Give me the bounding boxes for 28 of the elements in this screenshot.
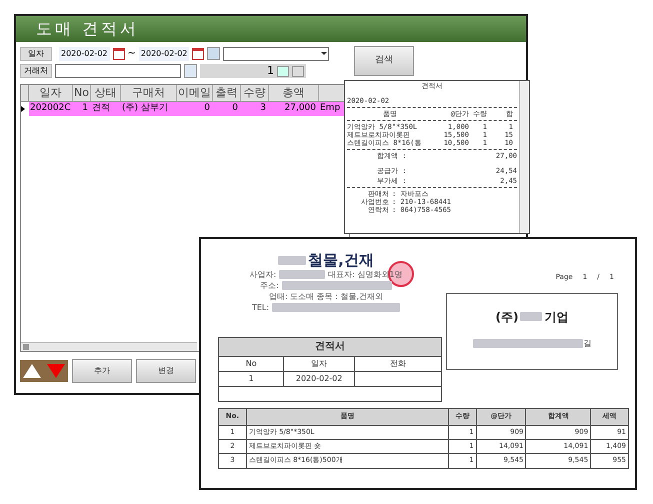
date-label: 일자 <box>20 46 52 60</box>
window-title: 도매 견적서 <box>36 18 140 40</box>
counter-text: 1 <box>267 62 274 79</box>
tilde-text: ~ <box>128 47 136 61</box>
table-cell-text: 1 <box>81 102 89 116</box>
business-info-text: 업태: 도소매 종목 : 철물,건재외 <box>268 291 384 302</box>
table-cell: 2020-02-02 <box>284 372 355 386</box>
table-cell-text: Emp <box>319 102 342 116</box>
business-info-text: TEL: <box>252 302 270 313</box>
table-cell-text: 27,000 <box>284 102 317 116</box>
customer-name-text: 기업 <box>544 308 568 326</box>
column-header: 전화 <box>388 358 407 370</box>
partner-label: 거래처 <box>20 64 52 78</box>
business-info-text: 사업자: <box>249 269 276 280</box>
table-cell-text: 견적 <box>91 102 111 116</box>
table-cell-text: 0 <box>203 102 211 116</box>
table-title: 견적서 <box>219 338 441 356</box>
business-info-text: 주소: <box>260 280 279 291</box>
customer-name-text: (주) <box>496 308 518 326</box>
column-header: 일자 <box>284 356 355 370</box>
table-cell-text: (주) 삼부기 <box>121 102 169 116</box>
table-cell-text: 0 <box>231 102 239 116</box>
table-cell-text: 3 <box>259 102 267 116</box>
table-cell-text: 202002C <box>29 102 72 116</box>
company-name: 철물,건재 <box>308 255 374 266</box>
column-header: No <box>219 356 284 370</box>
address-text: 길 <box>584 338 592 350</box>
table-cell: 1 <box>219 372 284 386</box>
